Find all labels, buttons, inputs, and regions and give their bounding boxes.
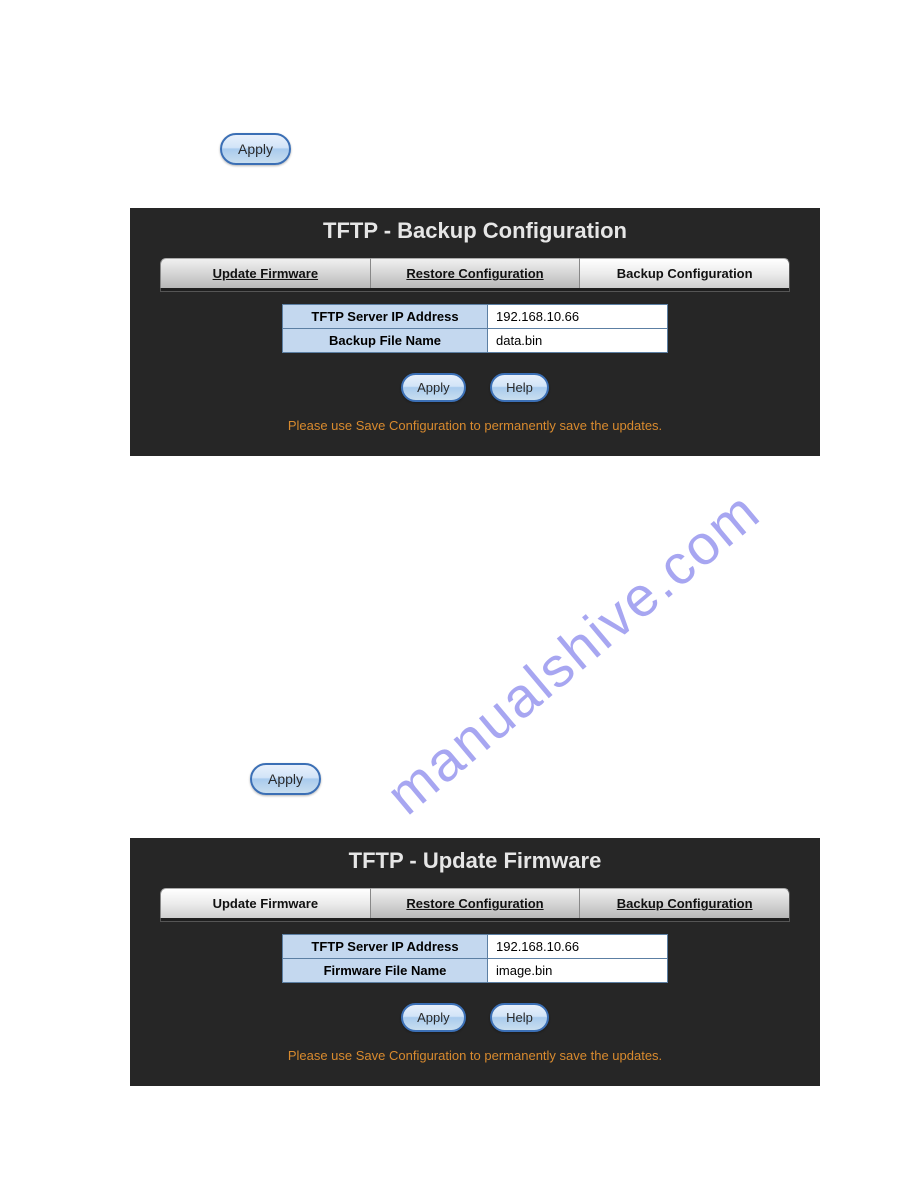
update-firmware-panel: TFTP - Update Firmware Update Firmware R… (130, 838, 820, 1086)
tab-bar: Update Firmware Restore Configuration Ba… (160, 258, 790, 288)
tab-bar: Update Firmware Restore Configuration Ba… (160, 888, 790, 918)
backup-filename-label: Backup File Name (283, 329, 488, 353)
apply-button[interactable]: Apply (250, 763, 321, 795)
tab-restore-configuration[interactable]: Restore Configuration (370, 888, 580, 918)
tab-backup-configuration[interactable]: Backup Configuration (579, 888, 790, 918)
tab-update-firmware[interactable]: Update Firmware (160, 888, 370, 918)
backup-filename-input[interactable] (496, 333, 659, 348)
tab-content-strip (160, 918, 790, 922)
tab-restore-configuration[interactable]: Restore Configuration (370, 258, 580, 288)
firmware-filename-input[interactable] (496, 963, 659, 978)
apply-button[interactable]: Apply (401, 1003, 466, 1032)
button-row: Apply Help (130, 1003, 820, 1032)
save-hint: Please use Save Configuration to permane… (130, 418, 820, 433)
tftp-ip-label: TFTP Server IP Address (283, 935, 488, 959)
page-title: TFTP - Backup Configuration (130, 218, 820, 244)
apply-button[interactable]: Apply (401, 373, 466, 402)
watermark-text: manualshive.com (374, 478, 773, 827)
help-button[interactable]: Help (490, 1003, 549, 1032)
backup-config-panel: TFTP - Backup Configuration Update Firmw… (130, 208, 820, 456)
button-row: Apply Help (130, 373, 820, 402)
save-hint: Please use Save Configuration to permane… (130, 1048, 820, 1063)
tab-content-strip (160, 288, 790, 292)
tftp-ip-input[interactable] (496, 939, 659, 954)
tab-backup-configuration[interactable]: Backup Configuration (579, 258, 790, 288)
tftp-ip-input[interactable] (496, 309, 659, 324)
tftp-ip-label: TFTP Server IP Address (283, 305, 488, 329)
page-title: TFTP - Update Firmware (130, 848, 820, 874)
apply-button[interactable]: Apply (220, 133, 291, 165)
form-table: TFTP Server IP Address Backup File Name (282, 304, 668, 353)
tab-update-firmware[interactable]: Update Firmware (160, 258, 370, 288)
help-button[interactable]: Help (490, 373, 549, 402)
form-table: TFTP Server IP Address Firmware File Nam… (282, 934, 668, 983)
firmware-filename-label: Firmware File Name (283, 959, 488, 983)
